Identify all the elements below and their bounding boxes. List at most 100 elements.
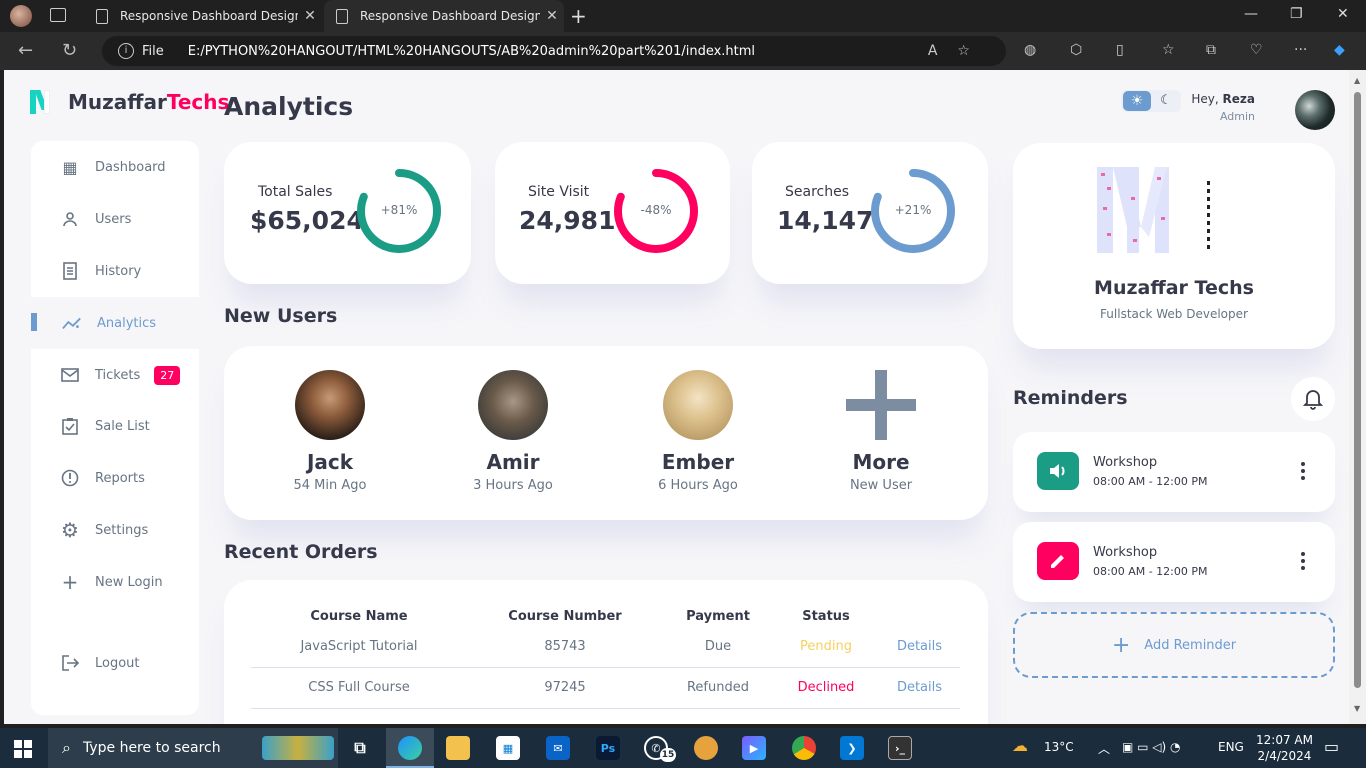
read-aloud-favorite-icons[interactable]: A☆ (928, 43, 990, 59)
task-view-icon[interactable]: ⧉ (348, 736, 372, 760)
more-users[interactable]: More New User (811, 370, 951, 493)
add-reminder-button[interactable]: + Add Reminder (1013, 612, 1335, 678)
language-indicator[interactable]: ENG (1218, 740, 1244, 754)
moon-icon[interactable]: ☾ (1153, 91, 1179, 111)
scrollbar-thumb[interactable] (1354, 92, 1361, 688)
close-tab-icon[interactable]: ✕ (540, 8, 564, 24)
taskbar-clock[interactable]: 12:07 AM 2/4/2024 (1256, 732, 1313, 764)
browser-tab-active[interactable]: Responsive Dashboard Design # ✕ (324, 0, 564, 32)
sidebar-item-analytics[interactable]: Analytics (31, 297, 199, 349)
sidebar-item-sale-list[interactable]: Sale List (31, 400, 199, 452)
scroll-up-icon[interactable]: ▲ (1354, 76, 1360, 85)
plus-icon: + (61, 570, 79, 594)
sidebar-item-label: New Login (95, 574, 163, 590)
sidebar-item-users[interactable]: Users (31, 193, 199, 245)
restore-button[interactable]: ❐ (1290, 6, 1303, 22)
user-name: Jack (306, 450, 354, 474)
user-amir[interactable]: Amir 3 Hours Ago (443, 370, 583, 493)
sidebar-item-logout[interactable]: Logout (31, 637, 199, 689)
info-icon[interactable]: i (118, 43, 134, 59)
stat-label: Searches (785, 184, 850, 200)
performance-icon[interactable]: ♡ (1250, 42, 1263, 58)
grid-icon: ▦ (62, 157, 78, 177)
mail-icon[interactable]: ✉ (546, 736, 570, 760)
weather-icon[interactable]: ☁ (1012, 736, 1028, 755)
logo-text: MuzaffarTechs (68, 90, 230, 114)
orders-table: Course Name Course Number Payment Status… (251, 606, 960, 709)
browser-profile-avatar[interactable] (10, 5, 32, 27)
notification-bell-button[interactable] (1291, 377, 1335, 421)
chrome-icon[interactable] (792, 736, 816, 760)
address-bar[interactable]: i File E:/PYTHON%20HANGOUT/HTML%20HANGOU… (102, 36, 1006, 66)
browser-tab[interactable]: Responsive Dashboard Design # ✕ (84, 0, 322, 32)
user-name: Reza (1222, 92, 1255, 106)
photoshop-icon[interactable]: Ps (596, 736, 620, 760)
details-link[interactable]: Details (879, 667, 960, 709)
rewards-medal-icon[interactable] (694, 736, 718, 760)
more-vert-icon[interactable] (1301, 462, 1305, 483)
chevron-up-icon[interactable]: ︿ (1098, 740, 1110, 757)
sidebar-item-settings[interactable]: ⚙ Settings (31, 504, 199, 556)
favorites-icon[interactable]: ☆ (1162, 42, 1175, 58)
reminder-item[interactable]: Workshop 08:00 AM - 12:00 PM (1013, 432, 1335, 512)
reminder-item[interactable]: Workshop 08:00 AM - 12:00 PM (1013, 522, 1335, 602)
vscode-icon[interactable]: ❯ (840, 736, 864, 760)
sidebar-item-reports[interactable]: Reports (31, 452, 199, 504)
details-link[interactable]: Details (879, 626, 960, 668)
user-ember[interactable]: Ember 6 Hours Ago (628, 370, 768, 493)
url-text[interactable]: E:/PYTHON%20HANGOUT/HTML%20HANGOUTS/AB%2… (188, 44, 755, 59)
file-explorer-icon[interactable] (446, 736, 470, 760)
sidebar-item-tickets[interactable]: Tickets 27 (31, 349, 199, 401)
stat-card-total-sales[interactable]: Total Sales $65,024 +81% (224, 142, 471, 284)
user-jack[interactable]: Jack 54 Min Ago (260, 370, 400, 493)
tickets-count-badge: 27 (154, 365, 181, 385)
new-users-title: New Users (224, 305, 338, 327)
close-tab-icon[interactable]: ✕ (298, 8, 322, 24)
tab-actions-icon[interactable] (50, 8, 66, 22)
cell-status: Declined (773, 667, 879, 709)
notifications-icon[interactable]: ▭ (1324, 737, 1339, 756)
recent-orders-title: Recent Orders (224, 541, 378, 563)
collections-icon[interactable]: ⧉ (1206, 42, 1216, 58)
logo[interactable]: MuzaffarTechs (30, 90, 229, 114)
close-window-button[interactable]: ✕ (1337, 6, 1349, 22)
user-time: New User (849, 478, 913, 493)
sidebar-item-new-login[interactable]: + New Login (31, 556, 199, 608)
profile-avatar[interactable] (1295, 90, 1335, 130)
cell-course: CSS Full Course (251, 667, 467, 709)
split-screen-icon[interactable]: ▯ (1116, 42, 1124, 58)
sidebar-item-dashboard[interactable]: ▦ Dashboard (31, 141, 199, 193)
sidebar-item-label: Sale List (95, 418, 150, 434)
search-icon: ⌕ (62, 738, 71, 757)
back-button[interactable]: ← (18, 40, 33, 61)
terminal-icon[interactable]: ›_ (888, 736, 912, 760)
edge-icon[interactable] (398, 736, 422, 760)
sidebar-item-history[interactable]: History (31, 245, 199, 297)
new-tab-button[interactable]: + (570, 4, 587, 28)
copilot-icon[interactable]: ◆ (1334, 42, 1345, 58)
globe-icon[interactable]: ◍ (1024, 42, 1036, 58)
theme-toggler[interactable]: ☀ ☾ (1121, 90, 1181, 112)
user-greeting: Hey, Reza Admin (1191, 92, 1255, 123)
stat-card-searches[interactable]: Searches 14,147 +21% (752, 142, 988, 284)
tray-icons[interactable]: ▣ ▭ ◁) ◔ (1122, 740, 1181, 754)
stat-card-site-visit[interactable]: Site Visit 24,981 -48% (495, 142, 730, 284)
refresh-button[interactable]: ↻ (62, 40, 77, 61)
extensions-icon[interactable]: ⬡ (1070, 42, 1082, 58)
clipchamp-icon[interactable]: ▶ (742, 736, 766, 760)
search-highlight-image[interactable] (262, 736, 334, 760)
store-icon[interactable]: ▦ (496, 736, 520, 760)
cell-payment: Refunded (663, 667, 773, 709)
more-vert-icon[interactable] (1301, 552, 1305, 573)
weather-temp[interactable]: 13°C (1044, 740, 1074, 754)
plus-icon: + (1111, 632, 1131, 658)
search-placeholder: Type here to search (82, 740, 221, 756)
windows-start-icon[interactable] (14, 740, 32, 758)
scroll-down-icon[interactable]: ▼ (1354, 704, 1360, 713)
cell-number: 97245 (467, 667, 663, 709)
sun-icon[interactable]: ☀ (1123, 91, 1151, 111)
minimize-button[interactable]: — (1244, 6, 1258, 22)
page-scrollbar[interactable]: ▲ ▼ (1349, 70, 1366, 724)
more-menu-icon[interactable]: ··· (1294, 42, 1307, 58)
sidebar-item-label: Tickets (95, 367, 141, 383)
